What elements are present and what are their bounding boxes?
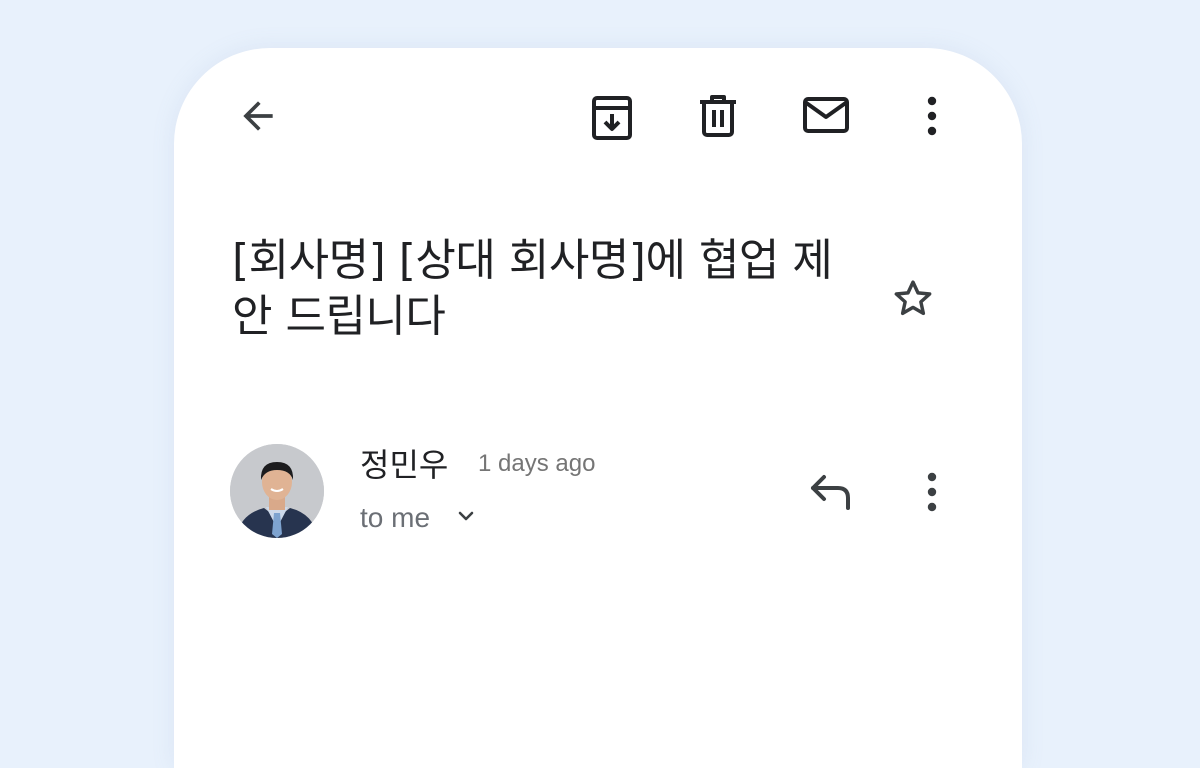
mail-icon[interactable]	[802, 95, 850, 135]
back-arrow-icon[interactable]	[236, 94, 280, 138]
more-vert-icon[interactable]	[920, 96, 944, 136]
email-subject: [회사명] [상대 회사명]에 협업 제안 드립니다	[232, 235, 833, 342]
message-more-vert-icon[interactable]	[920, 472, 944, 512]
archive-icon[interactable]	[588, 94, 636, 142]
chevron-down-icon[interactable]	[456, 506, 476, 526]
sender-name: 정민우	[360, 446, 449, 484]
star-icon[interactable]	[890, 276, 936, 322]
reply-icon[interactable]	[808, 470, 856, 514]
email-timestamp: 1 days ago	[478, 450, 596, 477]
email-card: [회사명] [상대 회사명]에 협업 제안 드립니다 정민우 1 days ag…	[174, 48, 1022, 768]
recipient-label[interactable]: to me	[360, 502, 430, 534]
avatar[interactable]	[230, 444, 324, 538]
delete-icon[interactable]	[696, 94, 740, 138]
